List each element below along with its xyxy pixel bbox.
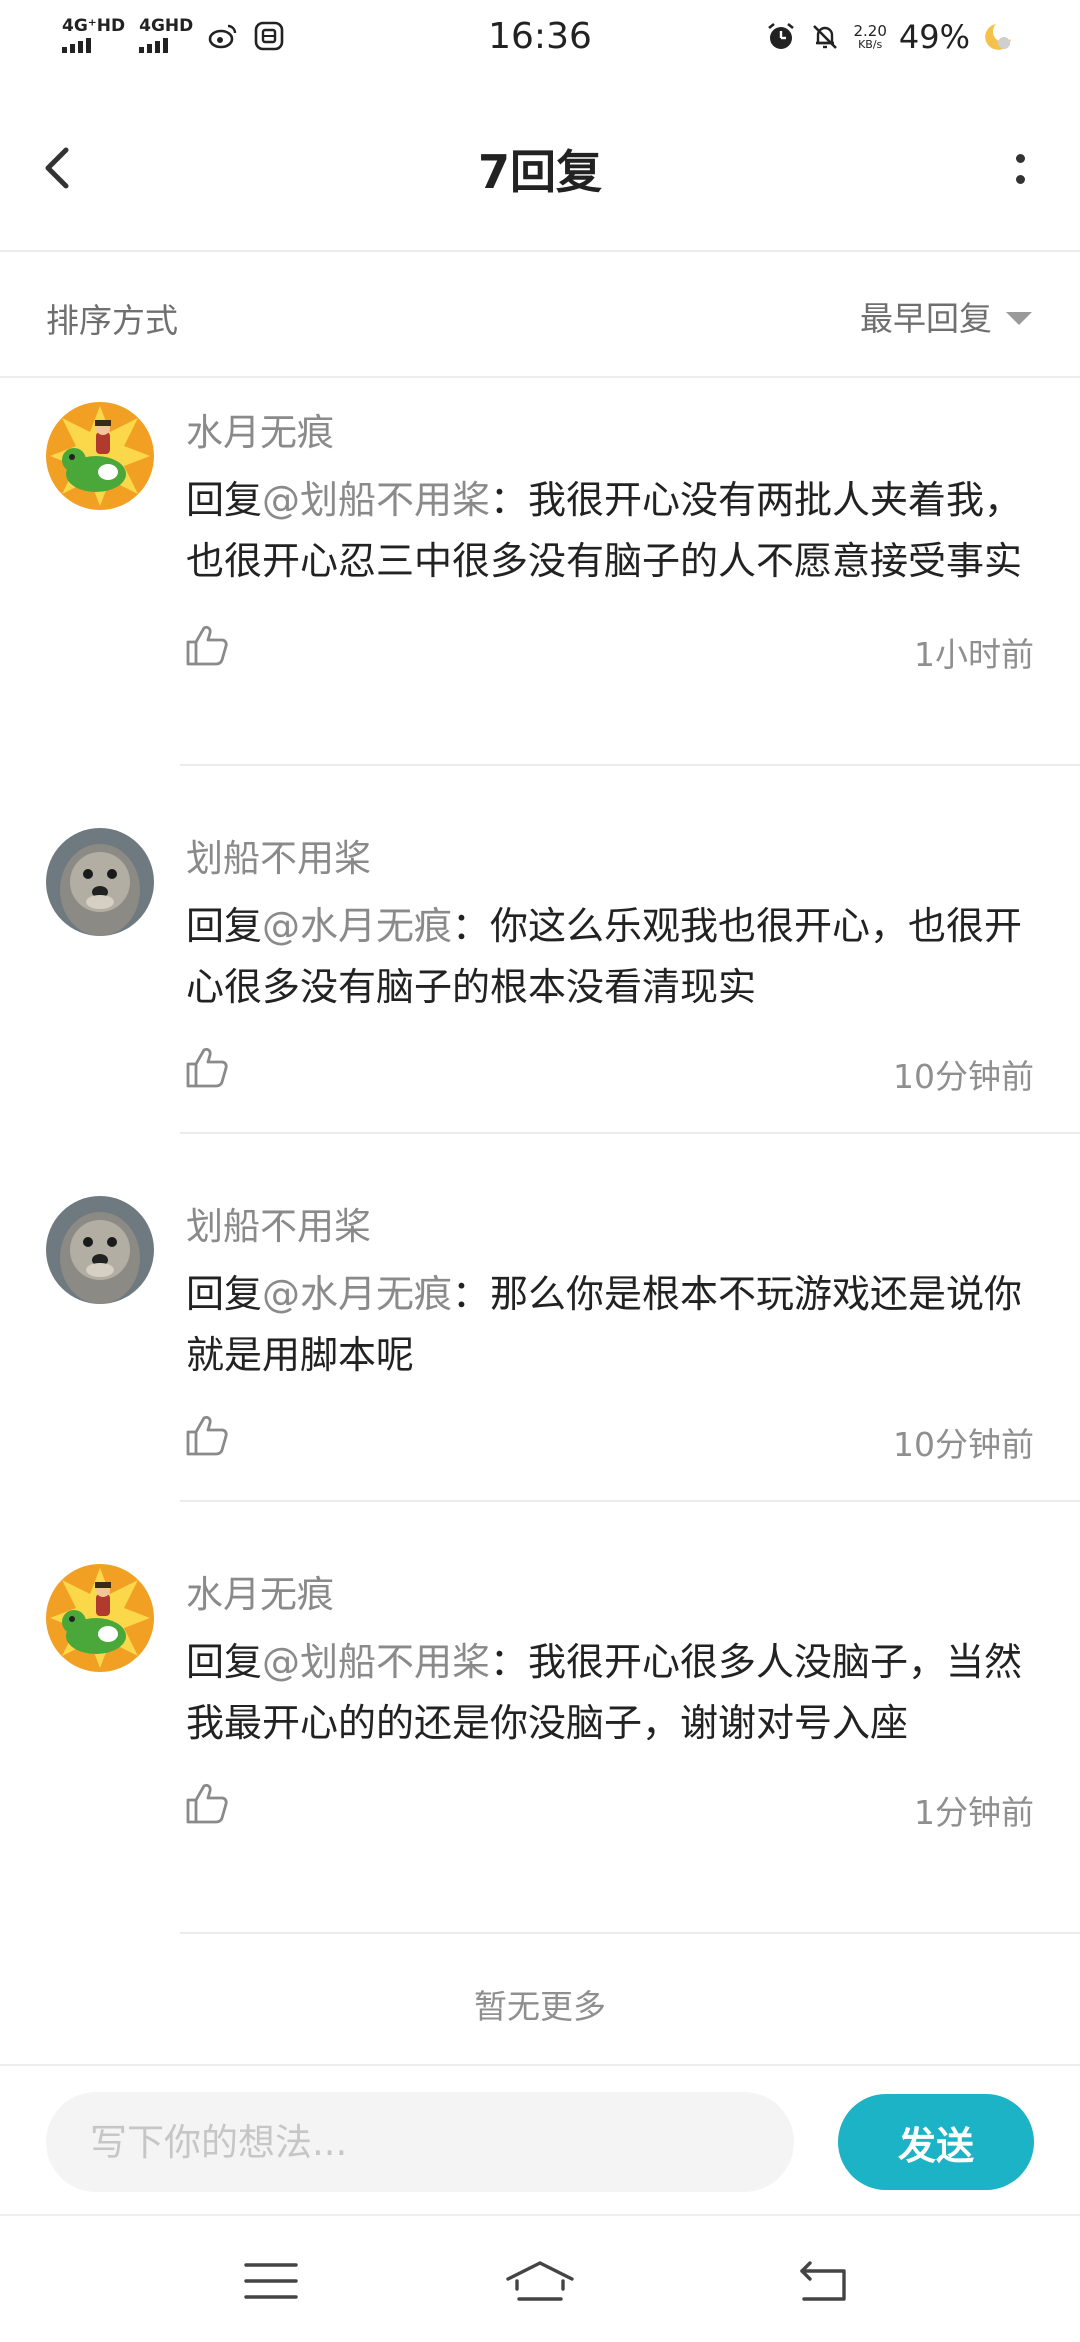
reply-mention[interactable]: @划船不用桨 — [262, 1640, 490, 1684]
reply-mention[interactable]: @划船不用桨 — [262, 478, 490, 522]
battery-charging-icon — [982, 21, 1014, 53]
menu-icon — [244, 2263, 298, 2299]
yoshi-rider-avatar-icon — [46, 1564, 154, 1672]
battery-percent: 49% — [898, 18, 970, 56]
no-more-text: 暂无更多 — [474, 1987, 606, 2026]
sort-dropdown[interactable]: 最早回复 — [860, 292, 1032, 340]
home-icon — [506, 2261, 574, 2301]
composer-bar: 发送 — [0, 2064, 1080, 2214]
avatar[interactable] — [46, 828, 154, 936]
mute-bell-icon — [809, 21, 841, 53]
avatar[interactable] — [46, 1564, 154, 1672]
otter-avatar-icon — [46, 1196, 154, 1304]
nav-menu-button[interactable] — [236, 2246, 306, 2316]
otter-avatar-icon — [46, 828, 154, 936]
divider — [180, 1132, 1080, 1134]
reply-content: 回复@划船不用桨：我很开心很多人没脑子，当然我最开心的的还是你没脑子，谢谢对号入… — [186, 1632, 1034, 1754]
reply-username[interactable]: 水月无痕 — [186, 402, 1034, 456]
yoshi-rider-avatar-icon — [46, 402, 154, 510]
dropdown-triangle-icon — [1006, 311, 1032, 325]
reply-footer: 10分钟前 — [186, 1044, 1034, 1108]
reply-mention[interactable]: @水月无痕 — [262, 904, 452, 948]
network-speed: 2.20 KB/s — [853, 22, 887, 51]
top-app-bar: 7回复 — [0, 84, 1080, 252]
status-bar: 4G⁺HD 4GHD 16:36 2.20 KB/s 49% — [0, 0, 1080, 84]
reply-footer: 10分钟前 — [186, 1412, 1034, 1476]
reply-body: 划船不用桨 回复@水月无痕：那么你是根本不玩游戏还是说你就是用脚本呢 10分钟前 — [186, 1176, 1034, 1476]
reply-prefix: 回复 — [186, 1640, 263, 1684]
system-nav-bar — [0, 2214, 1080, 2342]
reply-username[interactable]: 划船不用桨 — [186, 828, 1034, 882]
like-button[interactable] — [184, 1044, 230, 1090]
page-title: 7回复 — [477, 145, 602, 199]
reply-footer: 1分钟前 — [186, 1780, 1034, 1844]
reply-content: 回复@水月无痕：你这么乐观我也很开心，也很开心很多没有脑子的根本没看清现实 — [186, 896, 1034, 1018]
thumbs-up-icon — [186, 1783, 228, 1824]
like-button[interactable] — [184, 1780, 230, 1826]
thumbs-up-icon — [186, 1047, 228, 1088]
reply-time: 1小时前 — [914, 635, 1034, 674]
speed-unit: KB/s — [858, 38, 883, 51]
reply-time: 10分钟前 — [893, 1425, 1034, 1464]
sort-bar: 排序方式 最早回复 — [0, 252, 1080, 378]
more-dot-icon — [1015, 175, 1025, 184]
reply-time: 10分钟前 — [893, 1057, 1034, 1096]
nav-home-button[interactable] — [505, 2246, 575, 2316]
reply-prefix: 回复 — [186, 1272, 263, 1316]
comment-input[interactable] — [46, 2092, 794, 2192]
like-button[interactable] — [184, 1412, 230, 1458]
reply-username[interactable]: 划船不用桨 — [186, 1196, 1034, 1250]
nav-back-icon — [800, 2261, 846, 2301]
reply-content: 回复@划船不用桨：我很开心没有两批人夹着我，也很开心忍三中很多没有脑子的人不愿意… — [186, 470, 1034, 592]
more-options-button[interactable] — [990, 134, 1050, 204]
reply-item: 划船不用桨 回复@水月无痕：你这么乐观我也很开心，也很开心很多没有脑子的根本没看… — [0, 768, 1080, 1134]
status-right: 2.20 KB/s 49% — [765, 18, 1014, 56]
reply-footer: 1小时前 — [186, 622, 1034, 686]
reply-time: 1分钟前 — [914, 1793, 1034, 1832]
reply-item: 划船不用桨 回复@水月无痕：那么你是根本不玩游戏还是说你就是用脚本呢 10分钟前 — [0, 1136, 1080, 1502]
alarm-icon — [765, 21, 797, 53]
reply-body: 水月无痕 回复@划船不用桨：我很开心没有两批人夹着我，也很开心忍三中很多没有脑子… — [186, 382, 1034, 686]
speed-value: 2.20 — [853, 22, 887, 40]
more-dot-icon — [1015, 154, 1025, 163]
reply-body: 水月无痕 回复@划船不用桨：我很开心很多人没脑子，当然我最开心的的还是你没脑子，… — [186, 1544, 1034, 1844]
nav-back-button[interactable] — [788, 2246, 858, 2316]
sort-label: 排序方式 — [46, 301, 178, 340]
reply-prefix: 回复 — [186, 904, 263, 948]
thumbs-up-icon — [186, 625, 228, 666]
reply-body: 划船不用桨 回复@水月无痕：你这么乐观我也很开心，也很开心很多没有脑子的根本没看… — [186, 808, 1034, 1108]
reply-item: 水月无痕 回复@划船不用桨：我很开心很多人没脑子，当然我最开心的的还是你没脑子，… — [0, 1504, 1080, 1934]
avatar[interactable] — [46, 1196, 154, 1304]
reply-prefix: 回复 — [186, 478, 263, 522]
reply-item: 水月无痕 回复@划船不用桨：我很开心没有两批人夹着我，也很开心忍三中很多没有脑子… — [0, 382, 1080, 766]
reply-content: 回复@水月无痕：那么你是根本不玩游戏还是说你就是用脚本呢 — [186, 1264, 1034, 1386]
divider — [180, 764, 1080, 766]
thumbs-up-icon — [186, 1415, 228, 1456]
divider — [180, 1500, 1080, 1502]
like-button[interactable] — [184, 622, 230, 668]
divider — [180, 1932, 1080, 1934]
sort-selected-value: 最早回复 — [860, 299, 992, 338]
reply-mention[interactable]: @水月无痕 — [262, 1272, 452, 1316]
avatar[interactable] — [46, 402, 154, 510]
send-button[interactable]: 发送 — [838, 2094, 1034, 2190]
reply-username[interactable]: 水月无痕 — [186, 1564, 1034, 1618]
